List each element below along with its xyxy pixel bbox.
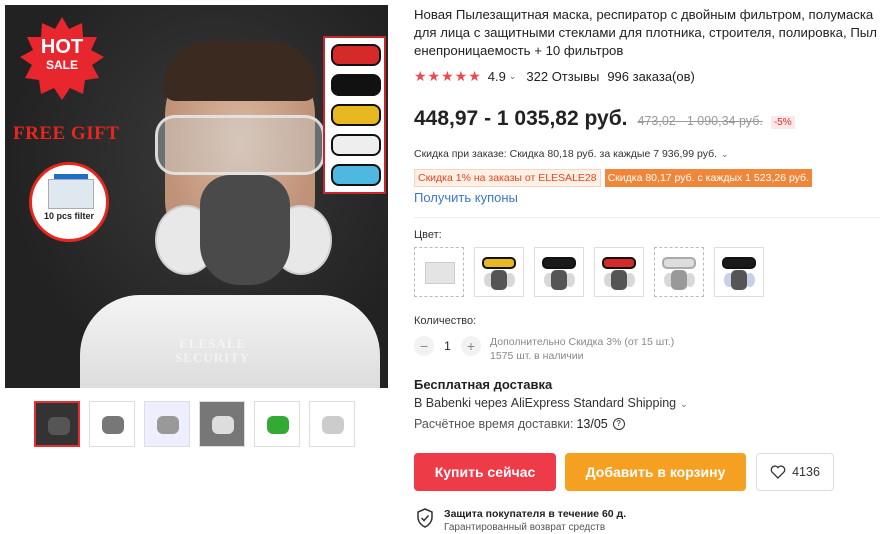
wishlist-count: 4136 [792,465,820,479]
thumbnail-1[interactable] [34,401,80,447]
rating-value: 4.9 [487,69,506,84]
shield-check-icon [417,508,433,528]
product-info: Новая Пылезащитная маска, респиратор с д… [414,6,884,533]
thumbnail-6[interactable] [309,401,355,447]
goggle-red-icon [331,44,381,66]
rating-row: ★★★★★ 4.9 ⌄ 322 Отзывы 996 заказа(ов) [414,68,884,85]
goggle-variants-strip [323,36,386,194]
quantity-increase-button[interactable]: + [461,336,481,356]
filter-swatch-icon [425,262,455,284]
chevron-down-icon: ⌄ [721,149,729,159]
color-swatches [414,247,764,297]
help-icon[interactable]: ? [612,418,625,430]
delivery-date: 13/05 [576,417,608,431]
hot-label: HOT [40,36,84,58]
shipping-title: Бесплатная доставка [414,377,553,392]
goggle-blue-icon [331,164,381,186]
quantity-decrease-button[interactable]: − [414,336,434,356]
buyer-protection: Защита покупателя в течение 60 д. Гарант… [416,508,626,534]
goggle-black-icon [331,74,381,96]
color-swatch-red[interactable] [594,247,644,297]
store-discount-tag: Скидка 1% на заказы от ELESALE28 [414,169,601,187]
color-swatch-filters[interactable] [414,247,464,297]
chevron-down-icon: ⌄ [680,399,688,409]
thumbnail-4[interactable] [199,401,245,447]
filter-count-label: 10 pcs filter [43,211,95,221]
image-thumbnails [34,401,355,447]
quantity-value[interactable]: 1 [434,339,461,353]
filter-gift-circle [29,162,109,242]
thumbnail-5[interactable] [254,401,300,447]
image-watermark: ELESALE SECURITY [175,336,251,366]
current-price: 448,97 - 1 035,82 руб. [414,107,628,130]
goggle-yellow-icon [331,104,381,126]
sale-label: SALE [45,58,78,72]
color-swatch-yellow[interactable] [474,247,524,297]
main-product-image[interactable]: HOT SALE FREE GIFT 10 pcs filter ELESALE… [5,5,388,388]
reviews-link[interactable]: 322 Отзывы [526,69,599,84]
color-label: Цвет: [414,229,442,241]
quantity-stepper: − 1 + [414,336,481,356]
thumbnail-3[interactable] [144,401,190,447]
goggles-illustration [155,115,325,175]
order-discount-text: Скидка при заказе: Скидка 80,18 руб. за … [414,148,718,160]
add-to-cart-button[interactable]: Добавить в корзину [565,453,746,491]
person-hair [163,41,317,101]
get-coupons-link[interactable]: Получить купоны [414,190,518,205]
chevron-down-icon[interactable]: ⌄ [509,71,517,82]
coupon-discount-tag: Скидка 80,17 руб. с каждых 1 523,26 руб. [604,169,812,187]
divider [414,217,880,218]
promo-tags: Скидка 1% на заказы от ELESALE28 Скидка … [414,169,812,187]
discount-badge: -5% [770,116,795,129]
quantity-label: Количество: [414,315,477,327]
old-price: 473,02 - 1 090,34 руб. [637,114,763,128]
watermark-line-2: SECURITY [175,350,251,366]
product-title: Новая Пылезащитная маска, респиратор с д… [414,7,877,58]
color-swatch-black[interactable] [534,247,584,297]
protection-title: Защита покупателя в течение 60 д. [444,508,627,520]
stock-count: 1575 шт. в наличии [490,350,584,362]
free-gift-label: FREE GIFT [13,123,120,144]
goggle-white-icon [331,134,381,156]
thumbnail-2[interactable] [89,401,135,447]
delivery-label: Расчётное время доставки: [414,417,574,431]
price-row: 448,97 - 1 035,82 руб. 473,02 - 1 090,34… [414,107,795,131]
buy-now-button[interactable]: Купить сейчас [414,453,556,491]
watermark-line-1: ELESALE [179,336,247,351]
order-discount-line[interactable]: Скидка при заказе: Скидка 80,18 руб. за … [414,148,739,160]
stock-info: Дополнительно Скидка 3% (от 15 шт.) 1575… [490,335,674,363]
wishlist-button[interactable]: 4136 [756,453,834,491]
heart-icon [770,465,786,479]
filter-box [48,179,94,209]
orders-count: 996 заказа(ов) [607,69,695,84]
shipping-method-text: В Babenki через AliExpress Standard Ship… [414,396,677,410]
rating-stars-icon: ★★★★★ [414,68,482,84]
respirator-illustration [200,175,290,285]
color-swatch-black-blue[interactable] [714,247,764,297]
bulk-discount-text: Дополнительно Скидка 3% (от 15 шт.) [490,336,675,348]
color-swatch-white[interactable] [654,247,704,297]
hot-sale-text: HOT SALE [17,37,107,71]
delivery-estimate: Расчётное время доставки: 13/05 ? [414,417,625,431]
shipping-method[interactable]: В Babenki через AliExpress Standard Ship… [414,396,698,410]
protection-subtitle: Гарантированный возврат средств [444,522,606,533]
